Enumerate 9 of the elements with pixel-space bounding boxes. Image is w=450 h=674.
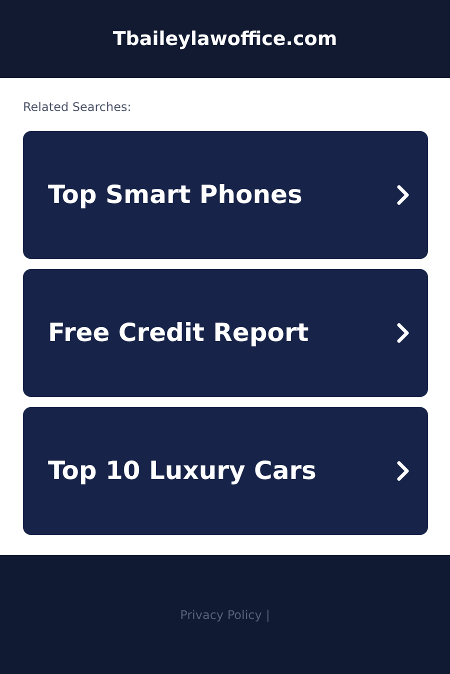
related-search-link[interactable]: Top 10 Luxury Cars — [23, 407, 428, 535]
chevron-right-icon — [396, 322, 410, 344]
chevron-right-icon — [396, 460, 410, 482]
related-search-link[interactable]: Top Smart Phones — [23, 131, 428, 259]
site-title: Tbaileylawoffice.com — [112, 26, 338, 52]
related-search-link[interactable]: Free Credit Report — [23, 269, 428, 397]
chevron-right-icon — [396, 184, 410, 206]
related-searches-label: Related Searches: — [23, 99, 132, 116]
separator: | — [266, 606, 270, 624]
